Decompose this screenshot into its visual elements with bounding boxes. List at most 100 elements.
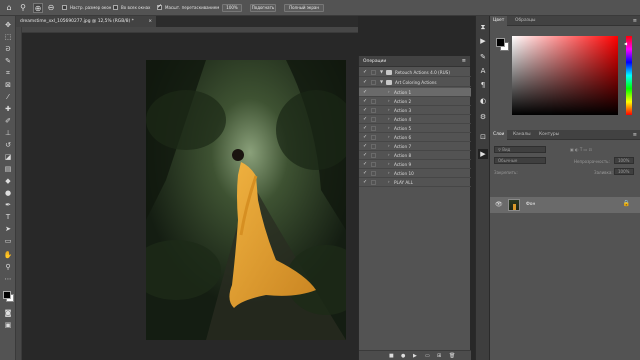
dialog-toggle-icon[interactable] <box>371 80 376 85</box>
dialog-toggle-icon[interactable] <box>371 180 376 185</box>
fill-field[interactable]: 100% <box>614 168 634 175</box>
expand-arrow-icon[interactable]: › <box>388 179 390 184</box>
dialog-toggle-icon[interactable] <box>371 99 376 104</box>
trash-icon[interactable]: 🗑 <box>449 353 455 359</box>
action-row[interactable]: ✓ › Action 2 <box>359 97 471 106</box>
quick-select-tool-icon[interactable]: ✎ <box>3 56 13 66</box>
check-icon[interactable]: ✓ <box>363 116 367 122</box>
resize-windows-checkbox[interactable] <box>62 5 67 10</box>
tab-color[interactable]: Цвет <box>490 16 508 26</box>
color-picker-field[interactable] <box>512 36 618 115</box>
adjustments-icon[interactable]: ◐ <box>478 96 488 106</box>
dialog-toggle-icon[interactable] <box>371 117 376 122</box>
play-action-icon[interactable]: ▶ <box>478 149 488 159</box>
dialog-toggle-icon[interactable] <box>371 70 376 75</box>
lock-icon[interactable]: 🔒 <box>623 200 630 207</box>
expand-arrow-icon[interactable]: ▼ <box>380 79 383 84</box>
action-row[interactable]: ✓ › Action 7 <box>359 142 471 151</box>
check-icon[interactable]: ✓ <box>363 125 367 131</box>
tab-layers[interactable]: Слои <box>490 130 508 140</box>
history-panel-icon[interactable]: ⧗ <box>478 22 488 32</box>
gradient-tool-icon[interactable]: ▤ <box>3 164 13 174</box>
blend-mode-select[interactable]: Обычные <box>494 157 546 164</box>
zoom-in-icon[interactable]: ⊕ <box>33 3 43 13</box>
action-row[interactable]: ✓ › Action 8 <box>359 151 471 160</box>
check-icon[interactable]: ✓ <box>363 107 367 113</box>
foreground-color-swatch[interactable] <box>3 291 11 299</box>
hue-marker-icon[interactable]: ◀ <box>624 41 627 46</box>
zoom-100-button[interactable]: 100% <box>222 4 242 12</box>
dialog-toggle-icon[interactable] <box>371 90 376 95</box>
check-icon[interactable]: ✓ <box>363 79 367 85</box>
expand-arrow-icon[interactable]: › <box>388 107 390 112</box>
libraries-icon[interactable]: ⊡ <box>478 132 488 142</box>
expand-arrow-icon[interactable]: › <box>388 134 390 139</box>
action-row[interactable]: ✓ › PLAY ALL <box>359 178 471 187</box>
new-action-icon[interactable]: ⊞ <box>437 353 441 359</box>
action-row[interactable]: ✓ › Action 6 <box>359 133 471 142</box>
fit-screen-button[interactable]: Подогнать <box>250 4 276 12</box>
zoom-tool-icon[interactable]: ⚲ <box>18 3 28 13</box>
home-icon[interactable]: ⌂ <box>4 3 14 13</box>
history-brush-tool-icon[interactable]: ↺ <box>3 140 13 150</box>
actions-panel-icon[interactable]: ▶ <box>478 36 488 46</box>
marquee-tool-icon[interactable]: ⬚ <box>3 32 13 42</box>
dodge-tool-icon[interactable]: ● <box>3 188 13 198</box>
opacity-field[interactable]: 100% <box>614 157 634 164</box>
all-windows-checkbox[interactable] <box>113 5 118 10</box>
document-tab[interactable]: dreamstime_xxl_105690277.jpg @ 12,5% (RG… <box>16 16 156 27</box>
close-icon[interactable]: × <box>148 16 152 27</box>
action-row[interactable]: ✓ › Action 5 <box>359 124 471 133</box>
panel-menu-icon[interactable]: ≡ <box>462 56 466 67</box>
play-icon[interactable]: ▶ <box>413 353 417 359</box>
quick-mask-icon[interactable]: ◙ <box>3 308 13 318</box>
check-icon[interactable]: ✓ <box>363 134 367 140</box>
check-icon[interactable]: ✓ <box>363 152 367 158</box>
blur-tool-icon[interactable]: ◆ <box>3 176 13 186</box>
zoom-out-icon[interactable]: ⊖ <box>46 3 56 13</box>
expand-arrow-icon[interactable]: ▼ <box>380 69 383 74</box>
shape-tool-icon[interactable]: ▭ <box>3 236 13 246</box>
brush-settings-icon[interactable]: ✎ <box>478 52 488 62</box>
check-icon[interactable]: ✓ <box>363 170 367 176</box>
eye-icon[interactable]: 👁 <box>495 201 503 208</box>
dialog-toggle-icon[interactable] <box>371 153 376 158</box>
more-tools-icon[interactable]: ⋯ <box>3 274 13 284</box>
new-set-icon[interactable]: ▭ <box>425 353 430 359</box>
action-row[interactable]: ✓ › Action 1 <box>359 88 471 97</box>
expand-arrow-icon[interactable]: › <box>388 98 390 103</box>
eraser-tool-icon[interactable]: ◪ <box>3 152 13 162</box>
foreground-color-chip[interactable] <box>496 38 505 47</box>
dialog-toggle-icon[interactable] <box>371 162 376 167</box>
hand-tool-icon[interactable]: ✋ <box>3 250 13 260</box>
action-row[interactable]: ✓ › Action 4 <box>359 115 471 124</box>
expand-arrow-icon[interactable]: › <box>388 161 390 166</box>
eyedropper-tool-icon[interactable]: ⁄ <box>3 92 13 102</box>
screen-mode-icon[interactable]: ▣ <box>3 320 13 330</box>
crop-tool-icon[interactable]: ⌗ <box>3 68 13 78</box>
zoom-tool-icon-sidebar[interactable]: ⚲ <box>3 262 13 272</box>
record-icon[interactable]: ● <box>401 353 405 359</box>
panel-menu-icon[interactable]: ≡ <box>633 16 637 26</box>
dialog-toggle-icon[interactable] <box>371 126 376 131</box>
scrubby-zoom-checkbox[interactable] <box>157 3 162 10</box>
expand-arrow-icon[interactable]: › <box>388 143 390 148</box>
expand-arrow-icon[interactable]: › <box>388 125 390 130</box>
tab-swatches[interactable]: Образцы <box>512 16 538 26</box>
clone-stamp-tool-icon[interactable]: ⊥ <box>3 128 13 138</box>
check-icon[interactable]: ✓ <box>363 89 367 95</box>
dialog-toggle-icon[interactable] <box>371 171 376 176</box>
frame-tool-icon[interactable]: ⊠ <box>3 80 13 90</box>
layer-row[interactable]: 👁 Фон 🔒 <box>490 197 640 213</box>
dialog-toggle-icon[interactable] <box>371 135 376 140</box>
action-set-row[interactable]: ✓ ▼ Retouch Actions 4.0 (RUS) <box>359 68 471 77</box>
fill-screen-button[interactable]: Полный экран <box>284 4 324 12</box>
dialog-toggle-icon[interactable] <box>371 144 376 149</box>
expand-arrow-icon[interactable]: › <box>388 170 390 175</box>
move-tool-icon[interactable]: ✥ <box>3 20 13 30</box>
document-canvas[interactable] <box>146 60 346 340</box>
expand-arrow-icon[interactable]: › <box>388 116 390 121</box>
properties-icon[interactable]: ⚙ <box>478 112 488 122</box>
brush-tool-icon[interactable]: ✐ <box>3 116 13 126</box>
paragraph-panel-icon[interactable]: ¶ <box>478 80 488 90</box>
